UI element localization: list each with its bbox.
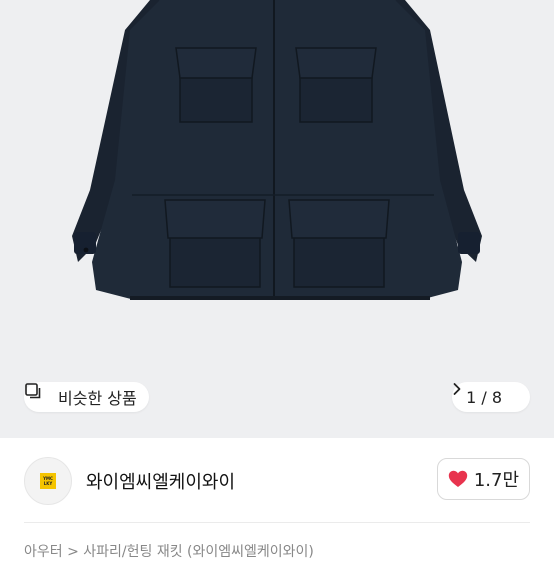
chevron-right-icon	[453, 383, 520, 404]
similar-products-button[interactable]: 비슷한 상품	[24, 382, 149, 412]
image-counter-text: 1 / 8	[466, 387, 502, 407]
similar-square-icon	[25, 383, 52, 406]
similar-products-label: 비슷한 상품	[58, 389, 137, 408]
like-count: 1.7만	[473, 470, 519, 491]
divider	[24, 522, 530, 523]
seller-name[interactable]: 와이엠씨엘케이와이	[86, 468, 235, 494]
category-breadcrumb[interactable]: 아우터 > 사파리/헌팅 재킷 (와이엠씨엘케이와이)	[24, 541, 314, 561]
heart-icon	[448, 470, 468, 488]
seller-avatar[interactable]: YMC LKY	[24, 457, 72, 505]
image-counter[interactable]: 1 / 8	[452, 382, 530, 412]
like-button[interactable]: 1.7만	[436, 458, 530, 500]
product-image-carousel[interactable]: 비슷한 상품 1 / 8	[0, 0, 554, 438]
jacket-image	[0, 0, 554, 438]
seller-row[interactable]: YMC LKY 와이엠씨엘케이와이 1.7만	[0, 438, 554, 524]
seller-logo: YMC LKY	[40, 473, 56, 489]
